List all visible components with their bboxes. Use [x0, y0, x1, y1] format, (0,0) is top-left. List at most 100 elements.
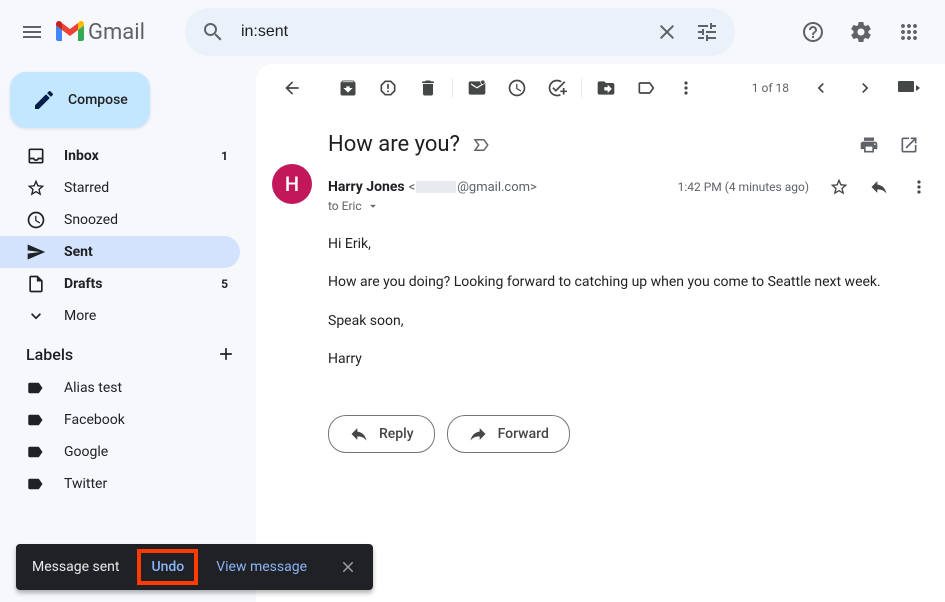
nav-label: More [64, 308, 228, 324]
message-more-button[interactable] [909, 177, 929, 197]
label-tag-icon [26, 443, 46, 461]
clear-search-button[interactable] [647, 12, 687, 52]
file-icon [26, 274, 46, 294]
label-tag-icon [26, 379, 46, 397]
labels-title: Labels [26, 345, 73, 364]
print-button[interactable] [859, 135, 879, 155]
label-text: Alias test [64, 380, 122, 396]
gmail-logo-icon [56, 21, 84, 43]
reply-button[interactable] [869, 177, 889, 197]
nav-label: Snoozed [64, 212, 228, 228]
send-icon [26, 242, 46, 262]
toast-close-button[interactable] [339, 558, 357, 576]
label-text: Facebook [64, 412, 125, 428]
open-in-new-icon [899, 135, 919, 155]
spam-button[interactable] [368, 68, 408, 108]
label-text: Google [64, 444, 108, 460]
gear-icon [849, 20, 873, 44]
subject-row: How are you? [328, 120, 929, 177]
delete-button[interactable] [408, 68, 448, 108]
archive-button[interactable] [328, 68, 368, 108]
search-options-button[interactable] [687, 12, 727, 52]
body-line: Speak soon, [328, 310, 929, 332]
undo-button[interactable]: Undo [151, 559, 184, 575]
view-message-button[interactable]: View message [216, 559, 307, 575]
sidebar-item-starred[interactable]: Starred [0, 172, 240, 204]
forward-icon [468, 424, 488, 444]
main-menu-button[interactable] [8, 8, 56, 56]
compose-button[interactable]: Compose [10, 72, 150, 128]
arrow-back-icon [282, 78, 302, 98]
prev-message-button[interactable] [801, 68, 841, 108]
trash-icon [418, 78, 438, 98]
nav-count: 5 [221, 277, 228, 291]
sidebar-item-sent[interactable]: Sent [0, 236, 240, 268]
compose-label: Compose [68, 92, 128, 108]
print-icon [859, 135, 879, 155]
sender-name: Harry Jones [328, 179, 405, 195]
support-button[interactable] [793, 12, 833, 52]
mail-icon [467, 78, 487, 98]
star-message-button[interactable] [829, 177, 849, 197]
add-label-button[interactable] [216, 344, 236, 364]
close-icon [339, 558, 357, 576]
chevron-left-icon [811, 78, 831, 98]
label-item[interactable]: Twitter [0, 468, 256, 500]
sender-avatar[interactable]: H [272, 164, 312, 204]
reply-label: Reply [379, 426, 414, 442]
add-task-icon [547, 78, 567, 98]
search-button[interactable] [193, 12, 233, 52]
inbox-icon [26, 146, 46, 166]
body-line: Harry [328, 348, 929, 370]
close-icon [655, 20, 679, 44]
pencil-icon [32, 88, 56, 112]
open-new-window-button[interactable] [899, 135, 919, 155]
snooze-button[interactable] [497, 68, 537, 108]
message-subject: How are you? [328, 132, 460, 157]
chevron-down-icon [26, 306, 46, 326]
more-actions-button[interactable] [666, 68, 706, 108]
sidebar-item-inbox[interactable]: Inbox 1 [0, 140, 240, 172]
hamburger-icon [20, 20, 44, 44]
labels-button[interactable] [626, 68, 666, 108]
message-sent-toast: Message sent Undo View message [16, 544, 373, 590]
sidebar-item-snoozed[interactable]: Snoozed [0, 204, 240, 236]
archive-icon [338, 78, 358, 98]
label-item[interactable]: Google [0, 436, 256, 468]
header-actions [793, 12, 937, 52]
star-outline-icon [829, 177, 849, 197]
sidebar-item-more[interactable]: More [0, 300, 240, 332]
move-to-button[interactable] [586, 68, 626, 108]
message-timestamp: 1:42 PM (4 minutes ago) [678, 180, 809, 194]
gmail-logo[interactable]: Gmail [56, 20, 175, 45]
search-bar [185, 8, 735, 56]
recipient-row[interactable]: to Eric [328, 199, 929, 213]
more-vert-icon [676, 78, 696, 98]
settings-button[interactable] [841, 12, 881, 52]
important-icon [472, 136, 490, 154]
add-task-button[interactable] [537, 68, 577, 108]
mark-unread-button[interactable] [457, 68, 497, 108]
sender-row: Harry Jones <@gmail.com> 1:42 PM (4 minu… [328, 177, 929, 197]
search-input[interactable] [233, 23, 647, 41]
reply-icon [349, 424, 369, 444]
keyboard-icon [898, 81, 920, 95]
message-body: Hi Erik, How are you doing? Looking forw… [328, 213, 929, 407]
undo-highlight: Undo [137, 549, 198, 585]
snooze-icon [507, 78, 527, 98]
clock-icon [26, 210, 46, 230]
separator [452, 78, 453, 98]
reply-action-button[interactable]: Reply [328, 415, 435, 453]
google-apps-button[interactable] [889, 12, 929, 52]
label-item[interactable]: Facebook [0, 404, 256, 436]
input-tools-button[interactable] [889, 68, 929, 108]
next-message-button[interactable] [845, 68, 885, 108]
important-marker[interactable] [472, 136, 490, 154]
forward-action-button[interactable]: Forward [447, 415, 570, 453]
body-line: Hi Erik, [328, 233, 929, 255]
label-tag-icon [26, 411, 46, 429]
sidebar-item-drafts[interactable]: Drafts 5 [0, 268, 240, 300]
nav-label: Inbox [64, 148, 221, 164]
label-item[interactable]: Alias test [0, 372, 256, 404]
back-button[interactable] [272, 68, 312, 108]
